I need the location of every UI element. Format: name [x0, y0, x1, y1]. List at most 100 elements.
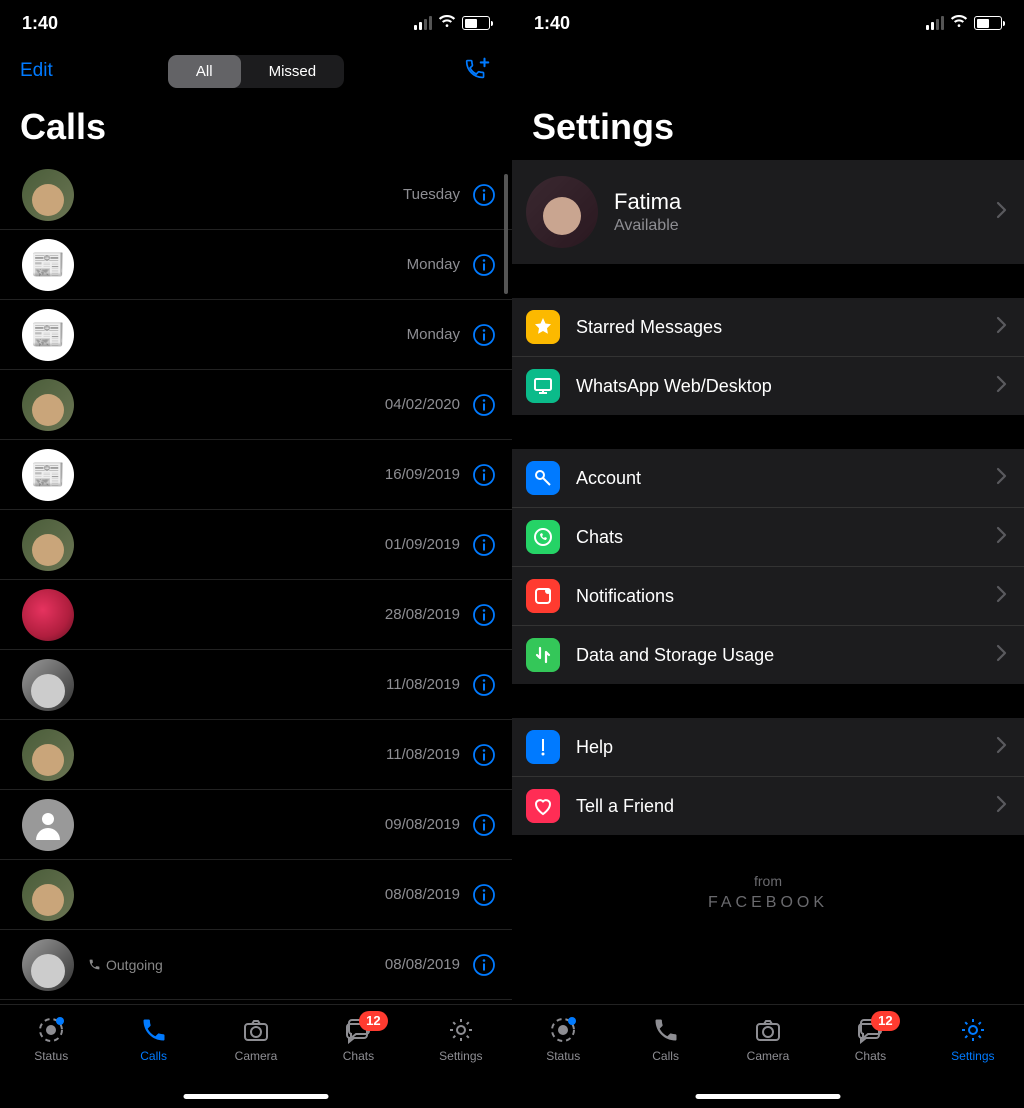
call-info-button[interactable]: [472, 603, 496, 627]
call-date: 04/02/2020: [385, 396, 460, 413]
status-bar: 1:40: [512, 0, 1024, 44]
call-row[interactable]: 04/02/2020: [0, 370, 512, 440]
call-info-button[interactable]: [472, 533, 496, 557]
chats-badge: 12: [871, 1011, 899, 1031]
battery-icon: [974, 16, 1002, 30]
scroll-indicator[interactable]: [504, 174, 508, 294]
star-icon: [526, 310, 560, 344]
home-indicator[interactable]: [184, 1094, 329, 1099]
status-time: 1:40: [22, 13, 58, 34]
call-info-button[interactable]: [472, 673, 496, 697]
call-info-button[interactable]: [472, 183, 496, 207]
notif-icon: [526, 579, 560, 613]
row-label: Data and Storage Usage: [576, 645, 996, 666]
call-info-button[interactable]: [472, 253, 496, 277]
settings-group: Starred MessagesWhatsApp Web/Desktop: [512, 298, 1024, 415]
call-row[interactable]: Monday: [0, 300, 512, 370]
chats-badge: 12: [359, 1011, 387, 1031]
call-date: 08/08/2019: [385, 956, 460, 973]
call-info-button[interactable]: [472, 953, 496, 977]
chevron-right-icon: [996, 316, 1008, 339]
call-avatar: [22, 869, 74, 921]
settings-row-star[interactable]: Starred Messages: [512, 298, 1024, 356]
call-row[interactable]: Tuesday: [0, 160, 512, 230]
status-bar: 1:40: [0, 0, 512, 44]
status-time: 1:40: [534, 13, 570, 34]
call-date: 08/08/2019: [385, 886, 460, 903]
row-label: Tell a Friend: [576, 796, 996, 817]
call-date: 28/08/2019: [385, 606, 460, 623]
row-label: Chats: [576, 527, 996, 548]
call-row[interactable]: 11/08/2019: [0, 650, 512, 720]
profile-name: Fatima: [614, 189, 996, 215]
settings-row-notif[interactable]: Notifications: [512, 566, 1024, 625]
settings-group: Help Tell a Friend: [512, 718, 1024, 835]
call-avatar: [22, 519, 74, 571]
settings-row-data[interactable]: Data and Storage Usage: [512, 625, 1024, 684]
settings-row-whatsapp[interactable]: Chats: [512, 507, 1024, 566]
call-avatar: [22, 589, 74, 641]
row-label: Account: [576, 468, 996, 489]
chevron-right-icon: [996, 736, 1008, 759]
wifi-icon: [950, 13, 968, 34]
segment-all[interactable]: All: [168, 55, 241, 88]
call-row[interactable]: Outgoing08/08/2019: [0, 930, 512, 1000]
cellular-icon: [414, 16, 432, 30]
desktop-icon: [526, 369, 560, 403]
chevron-right-icon: [996, 795, 1008, 818]
call-info-button[interactable]: [472, 393, 496, 417]
settings-group: Account Chats Notifications Data and Storag…: [512, 449, 1024, 684]
settings-row-desktop[interactable]: WhatsApp Web/Desktop: [512, 356, 1024, 415]
chevron-right-icon: [996, 526, 1008, 549]
call-info-button[interactable]: [472, 813, 496, 837]
page-title: Calls: [0, 98, 512, 160]
tab-bar: Status Calls Camera 12Chats Settings: [512, 1004, 1024, 1108]
chevron-right-icon: [996, 467, 1008, 490]
profile-row[interactable]: Fatima Available: [512, 160, 1024, 264]
edit-button[interactable]: Edit: [20, 60, 53, 82]
call-row[interactable]: 16/09/2019: [0, 440, 512, 510]
call-row[interactable]: 11/08/2019: [0, 720, 512, 790]
settings-row-key[interactable]: Account: [512, 449, 1024, 507]
calls-list[interactable]: Tuesday Monday Monday 04/02/2020 16/09/2019 0…: [0, 160, 512, 1004]
call-avatar: [22, 659, 74, 711]
tab-status[interactable]: Status: [512, 1015, 614, 1108]
wifi-icon: [438, 13, 456, 34]
tab-settings[interactable]: Settings: [922, 1015, 1024, 1108]
call-info-button[interactable]: [472, 743, 496, 767]
call-row[interactable]: 09/08/2019: [0, 790, 512, 860]
call-row[interactable]: 28/08/2019: [0, 580, 512, 650]
call-avatar: [22, 449, 74, 501]
call-date: Monday: [407, 256, 460, 273]
call-date: 09/08/2019: [385, 816, 460, 833]
call-date: 11/08/2019: [386, 676, 460, 693]
call-date: Tuesday: [403, 186, 460, 203]
call-avatar: [22, 939, 74, 991]
call-date: Monday: [407, 326, 460, 343]
call-info-button[interactable]: [472, 883, 496, 907]
cellular-icon: [926, 16, 944, 30]
call-avatar: [22, 799, 74, 851]
tab-settings[interactable]: Settings: [410, 1015, 512, 1108]
page-title: Settings: [512, 98, 1024, 160]
segment-missed[interactable]: Missed: [241, 55, 345, 88]
settings-screen: 1:40 Settings Fatima Available Starred M…: [512, 0, 1024, 1108]
call-date: 01/09/2019: [385, 536, 460, 553]
chevron-right-icon: [996, 644, 1008, 667]
home-indicator[interactable]: [696, 1094, 841, 1099]
tab-status[interactable]: Status: [0, 1015, 102, 1108]
chevron-right-icon: [996, 375, 1008, 398]
call-row[interactable]: Monday: [0, 230, 512, 300]
settings-row-help[interactable]: Help: [512, 718, 1024, 776]
calls-nav-bar: Edit All Missed: [0, 44, 512, 98]
calls-filter-segment[interactable]: All Missed: [168, 55, 344, 88]
call-row[interactable]: 01/09/2019: [0, 510, 512, 580]
chevron-right-icon: [996, 201, 1008, 224]
call-info-button[interactable]: [472, 463, 496, 487]
settings-row-heart[interactable]: Tell a Friend: [512, 776, 1024, 835]
call-info-button[interactable]: [472, 323, 496, 347]
new-call-button[interactable]: [462, 55, 492, 88]
row-label: Help: [576, 737, 996, 758]
call-avatar: [22, 169, 74, 221]
call-row[interactable]: 08/08/2019: [0, 860, 512, 930]
